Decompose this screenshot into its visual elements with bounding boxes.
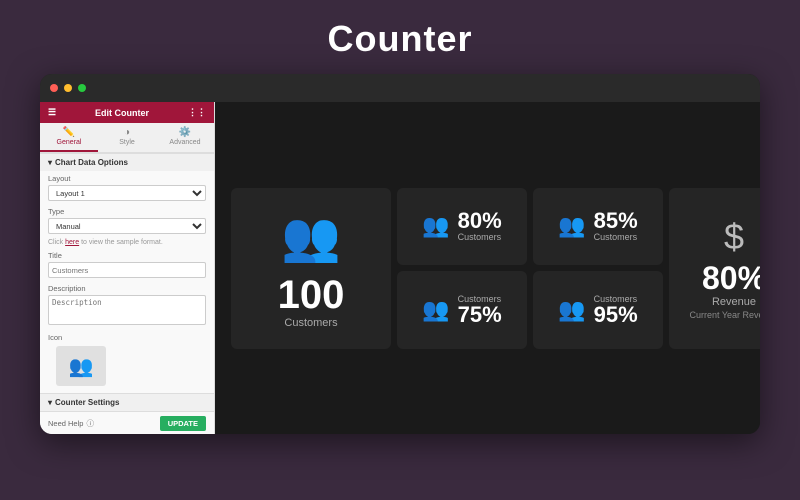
type-field: Type Manual [40, 204, 214, 237]
edit-icon: ✏️ [63, 127, 75, 138]
sidebar: ☰ Edit Counter ⋮⋮ ✏️ General ◑ Style ⚙️ … [40, 102, 215, 434]
tab-general[interactable]: ✏️ General [40, 123, 98, 152]
window-dot-red [50, 84, 58, 92]
tile-lbl-80: Customers [458, 232, 502, 242]
layout-label: Layout [48, 174, 206, 183]
sample-hint: Click here to view the sample format. [40, 237, 214, 248]
layout-field: Layout Layout 1 [40, 171, 214, 204]
grid-icon[interactable]: ⋮⋮ [188, 107, 206, 118]
browser-topbar [40, 74, 760, 102]
tile-num-80: 80% [458, 210, 502, 232]
window-dot-yellow [64, 84, 72, 92]
tile-row-85: 👥 85% Customers [558, 210, 637, 242]
help-icon: ⓘ [86, 418, 94, 429]
type-label: Type [48, 207, 206, 216]
icon-field: Icon 👥 [40, 330, 214, 393]
revenue-label: Revenue [712, 296, 756, 308]
tab-style-label: Style [119, 139, 135, 146]
sidebar-tabs: ✏️ General ◑ Style ⚙️ Advanced [40, 123, 214, 153]
hint-link[interactable]: here [65, 239, 79, 246]
browser-body: ☰ Edit Counter ⋮⋮ ✏️ General ◑ Style ⚙️ … [40, 102, 760, 434]
tile-row-80: 👥 80% Customers [422, 210, 501, 242]
tab-advanced[interactable]: ⚙️ Advanced [156, 123, 214, 152]
tile-icon-85: 👥 [558, 213, 585, 239]
dollar-icon: $ [724, 216, 744, 258]
page-title: Counter [328, 18, 473, 60]
tile-info-95: Customers 95% [594, 294, 638, 326]
large-tile-label: Customers [284, 317, 337, 329]
browser-window: ☰ Edit Counter ⋮⋮ ✏️ General ◑ Style ⚙️ … [40, 74, 760, 434]
hint-text2: to view the sample format. [79, 239, 163, 246]
need-help-label: Need Help [48, 419, 83, 428]
tile-icon-95: 👥 [558, 297, 585, 323]
counter-settings-section[interactable]: ▾ Counter Settings [40, 393, 214, 411]
tab-general-label: General [57, 139, 82, 146]
sidebar-footer: Need Help ⓘ UPDATE [40, 411, 214, 434]
revenue-sublabel: Current Year Revenue [689, 310, 760, 320]
tile-num-85: 85% [594, 210, 638, 232]
tile-info-75: Customers 75% [458, 294, 502, 326]
icon-preview: 👥 [56, 346, 106, 386]
revenue-number: 80% [702, 262, 760, 294]
collapse-icon: ▾ [48, 158, 52, 167]
title-input[interactable] [48, 262, 206, 278]
tile-row-95: 👥 Customers 95% [558, 294, 637, 326]
tile-num-95: 95% [594, 304, 638, 326]
counter-tile-revenue: $ 80% Revenue Current Year Revenue [669, 188, 760, 349]
counter-tile-95pct: 👥 Customers 95% [533, 271, 663, 349]
sidebar-title: Edit Counter [95, 108, 149, 118]
help-text: Need Help ⓘ [48, 418, 94, 429]
advanced-icon: ⚙️ [179, 127, 191, 138]
title-label: Title [48, 251, 206, 260]
counter-tile-80pct: 👥 80% Customers [397, 188, 527, 266]
desc-label: Description [48, 284, 206, 293]
style-icon: ◑ [124, 127, 130, 138]
sidebar-header-icons: ☰ [48, 107, 56, 118]
tab-advanced-label: Advanced [169, 139, 200, 146]
large-tile-icon: 👥 [281, 208, 341, 265]
icon-preview-image: 👥 [69, 354, 94, 379]
title-field: Title [40, 248, 214, 281]
layout-select[interactable]: Layout 1 [48, 185, 206, 201]
type-select[interactable]: Manual [48, 218, 206, 234]
preview-area: 👥 100 Customers 👥 80% Customers [215, 102, 760, 434]
desc-field: Description [40, 281, 214, 330]
tile-info-85: 85% Customers [594, 210, 638, 242]
hamburger-icon[interactable]: ☰ [48, 107, 56, 118]
collapse-icon-2: ▾ [48, 398, 52, 407]
icon-label: Icon [48, 333, 206, 342]
counter-tile-75pct: 👥 Customers 75% [397, 271, 527, 349]
counter-grid: 👥 100 Customers 👥 80% Customers [231, 188, 760, 349]
window-dot-green [78, 84, 86, 92]
counter-tile-large: 👥 100 Customers [231, 188, 391, 349]
large-tile-number: 100 [278, 275, 345, 315]
tile-row-75: 👥 Customers 75% [422, 294, 501, 326]
tile-icon-80: 👥 [422, 213, 449, 239]
counter-settings-label: Counter Settings [55, 398, 119, 407]
chart-options-label: Chart Data Options [55, 158, 128, 167]
counter-tile-85pct: 👥 85% Customers [533, 188, 663, 266]
tile-info-80: 80% Customers [458, 210, 502, 242]
desc-textarea[interactable] [48, 295, 206, 325]
update-button[interactable]: UPDATE [160, 416, 206, 431]
tile-num-75: 75% [458, 304, 502, 326]
tile-lbl-85: Customers [594, 232, 638, 242]
hint-text: Click [48, 239, 65, 246]
chart-options-section[interactable]: ▾ Chart Data Options [40, 153, 214, 171]
tab-style[interactable]: ◑ Style [98, 123, 156, 152]
tile-icon-75: 👥 [422, 297, 449, 323]
sidebar-header: ☰ Edit Counter ⋮⋮ [40, 102, 214, 123]
